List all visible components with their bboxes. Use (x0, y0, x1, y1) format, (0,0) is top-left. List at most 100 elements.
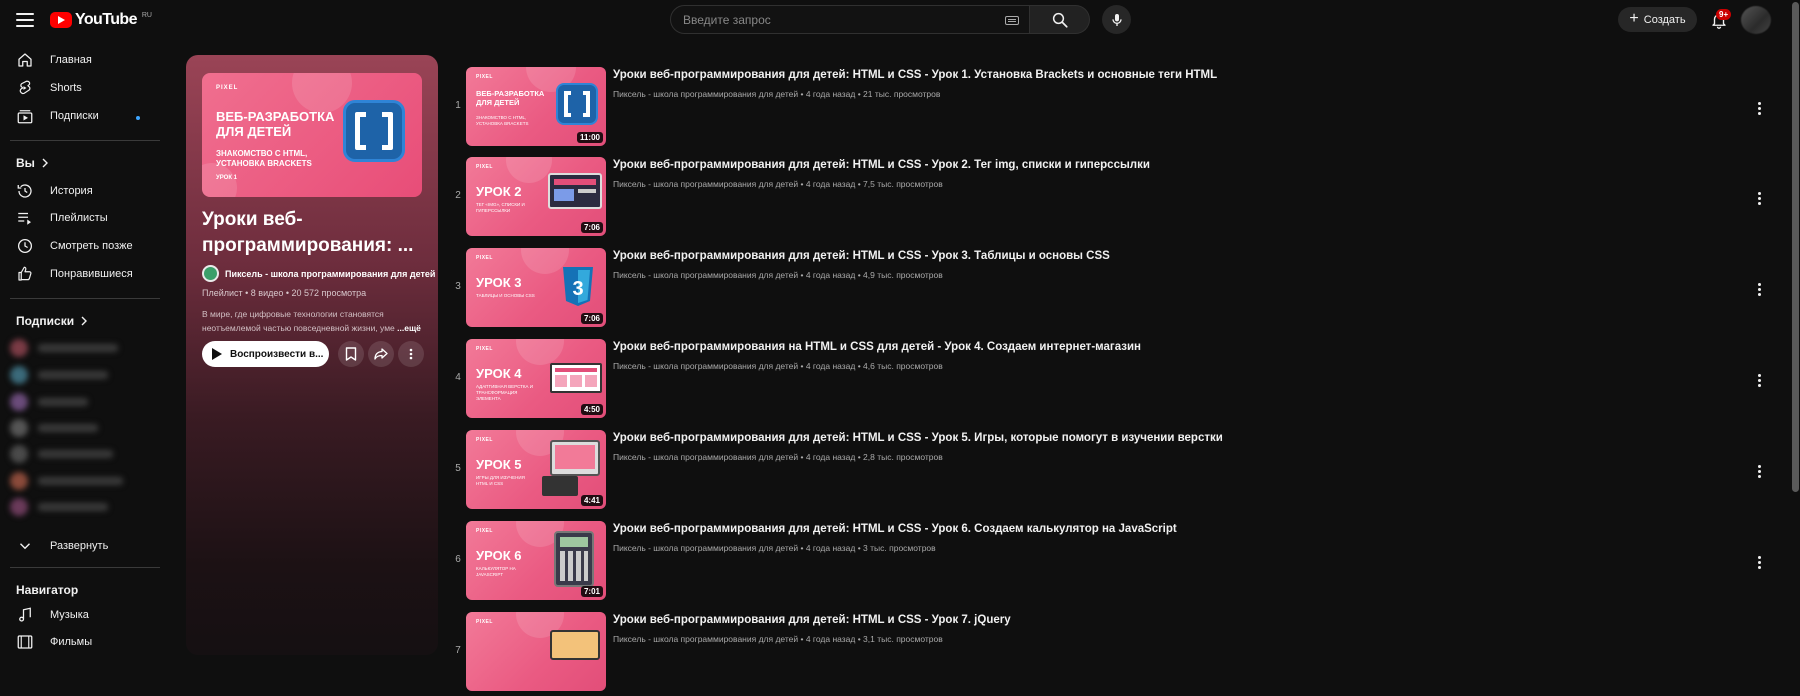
play-all-button[interactable]: Воспроизвести в... (202, 341, 329, 367)
sidebar-item-liked[interactable]: Понравившиеся (0, 261, 160, 287)
more-vertical-icon[interactable] (1749, 552, 1769, 572)
sidebar-item-label: Понравившиеся (50, 268, 133, 280)
divider (10, 298, 160, 299)
avatar[interactable] (1741, 6, 1771, 34)
sidebar-item-home[interactable]: Главная (0, 47, 160, 73)
sidebar-item-shorts[interactable]: Shorts (0, 75, 160, 101)
save-playlist-button[interactable] (338, 341, 364, 367)
video-row[interactable]: 4 PIXEL УРОК 4 АДАПТИВНАЯ ВЕРСТКА И ТРАН… (445, 339, 1775, 423)
divider (10, 140, 160, 141)
navigator-section-label: Навигатор (16, 583, 79, 597)
thumb-brand: PIXEL (476, 437, 493, 443)
sidebar-item-label: Музыка (50, 609, 89, 621)
share-button[interactable] (368, 341, 394, 367)
youtube-play-icon (50, 12, 72, 28)
video-row[interactable]: 3 PIXEL УРОК 3 ТАБЛИЦЫ И ОСНОВЫ CSS 3 7:… (445, 248, 1775, 332)
subscriptions-section-header[interactable]: Подписки (16, 314, 88, 328)
search-box (670, 5, 1030, 34)
sidebar-item-history[interactable]: История (0, 178, 160, 204)
more-vertical-icon[interactable] (1749, 279, 1769, 299)
thumb-lesson: УРОК 2 (476, 184, 522, 199)
thumb-lesson: УРОК 4 (476, 366, 522, 381)
keyboard-icon[interactable] (1005, 16, 1019, 25)
video-row[interactable]: 5 PIXEL УРОК 5 ИГРЫ ДЛЯ ИЗУЧЕНИЯ HTML И … (445, 430, 1775, 514)
thumb-brand: PIXEL (476, 346, 493, 352)
search-input[interactable] (683, 12, 1003, 27)
more-vertical-icon[interactable] (1749, 188, 1769, 208)
video-row[interactable]: 1 PIXEL ВЕБ-РАЗРАБОТКА ДЛЯ ДЕТЕЙ ЗНАКОМС… (445, 67, 1775, 151)
thumb-brand: PIXEL (476, 528, 493, 534)
sidebar-item-label: Подписки (50, 110, 99, 122)
expand-subscriptions-button[interactable]: Развернуть (0, 533, 160, 559)
calculator-illustration (554, 531, 594, 587)
video-title[interactable]: Уроки веб-программирования для детей: HT… (613, 250, 1110, 262)
video-thumbnail[interactable]: PIXEL УРОК 4 АДАПТИВНАЯ ВЕРСТКА И ТРАНСФ… (466, 339, 606, 418)
video-thumbnail[interactable]: PIXEL ВЕБ-РАЗРАБОТКА ДЛЯ ДЕТЕЙ ЗНАКОМСТВ… (466, 67, 606, 146)
video-thumbnail[interactable]: PIXEL (466, 612, 606, 691)
sidebar-item-music[interactable]: Музыка (0, 602, 160, 628)
video-title[interactable]: Уроки веб-программирования для детей: HT… (613, 523, 1177, 535)
sidebar-item-label: История (50, 185, 93, 197)
playlist-more-button[interactable] (398, 341, 424, 367)
video-title[interactable]: Уроки веб-программирования для детей: HT… (613, 432, 1223, 444)
video-row[interactable]: 6 PIXEL УРОК 6 КАЛЬКУЛЯТОР НА JAVASCRIPT… (445, 521, 1775, 605)
sidebar-item-watch-later[interactable]: Смотреть позже (0, 233, 160, 259)
more-vertical-icon[interactable] (1749, 370, 1769, 390)
subscription-channel[interactable] (10, 391, 150, 413)
you-section-label: Вы (16, 156, 35, 170)
more-vertical-icon[interactable] (1749, 461, 1769, 481)
region-label: RU (141, 11, 152, 19)
search-icon (1052, 12, 1068, 28)
thumb-subtitle: АДАПТИВНАЯ ВЕРСТКА И ТРАНСФОРМАЦИЯ ЭЛЕМЕ… (476, 384, 534, 401)
subscription-channel[interactable] (10, 417, 150, 439)
subscription-channel[interactable] (10, 337, 150, 359)
search-button[interactable] (1030, 5, 1090, 34)
video-thumbnail[interactable]: PIXEL УРОК 2 ТЕГ «IMG», СПИСКИ И ГИПЕРСС… (466, 157, 606, 236)
playlist-thumbnail[interactable]: PIXEL ВЕБ-РАЗРАБОТКА ДЛЯ ДЕТЕЙ ЗНАКОМСТВ… (202, 73, 422, 197)
more-link[interactable]: ...ещё (397, 323, 421, 333)
video-thumbnail[interactable]: PIXEL УРОК 5 ИГРЫ ДЛЯ ИЗУЧЕНИЯ HTML И CS… (466, 430, 606, 509)
menu-icon[interactable] (14, 10, 36, 30)
microphone-icon (1111, 13, 1122, 26)
video-index: 6 (455, 554, 461, 565)
sidebar-item-movies[interactable]: Фильмы (0, 629, 160, 655)
chevron-right-icon (42, 158, 48, 168)
video-thumbnail[interactable]: PIXEL УРОК 6 КАЛЬКУЛЯТОР НА JAVASCRIPT 7… (466, 521, 606, 600)
create-label: Создать (1643, 13, 1686, 26)
subscription-channel[interactable] (10, 496, 150, 518)
chevron-down-icon (20, 543, 30, 550)
navigator-section-header: Навигатор (16, 583, 78, 597)
video-thumbnail[interactable]: PIXEL УРОК 3 ТАБЛИЦЫ И ОСНОВЫ CSS 3 7:06 (466, 248, 606, 327)
video-index: 3 (455, 281, 461, 292)
video-title[interactable]: Уроки веб-программирования на HTML и CSS… (613, 341, 1141, 353)
sidebar-item-playlists[interactable]: Плейлисты (0, 205, 160, 231)
video-title[interactable]: Уроки веб-программирования для детей: HT… (613, 159, 1150, 171)
playlist-description: В мире, где цифровые технологии становят… (202, 307, 424, 335)
you-section-header[interactable]: Вы (16, 156, 49, 170)
more-vertical-icon[interactable] (1749, 98, 1769, 118)
create-button[interactable]: + Создать (1618, 7, 1697, 32)
subscription-channel[interactable] (10, 443, 150, 465)
subscription-channel[interactable] (10, 364, 150, 386)
video-meta: Пиксель - школа программирования для дет… (613, 89, 941, 99)
youtube-logo[interactable]: YouTube RU (50, 11, 152, 29)
thumb-lesson: УРОК 1 (216, 175, 237, 181)
music-icon (19, 607, 31, 622)
decor-shape (506, 157, 552, 183)
video-row[interactable]: 7 PIXEL Уроки веб-программирования для д… (445, 612, 1775, 696)
video-meta: Пиксель - школа программирования для дет… (613, 270, 943, 280)
video-title[interactable]: Уроки веб-программирования для детей: HT… (613, 614, 1011, 626)
sidebar-item-label: Shorts (50, 82, 82, 94)
divider (10, 567, 160, 568)
playlist-channel[interactable]: Пиксель - школа программирования для дет… (202, 265, 435, 282)
video-duration: 7:06 (580, 222, 603, 233)
video-row[interactable]: 2 PIXEL УРОК 2 ТЕГ «IMG», СПИСКИ И ГИПЕР… (445, 157, 1775, 241)
voice-search-button[interactable] (1102, 5, 1131, 34)
video-title[interactable]: Уроки веб-программирования для детей: HT… (613, 69, 1217, 81)
video-meta: Пиксель - школа программирования для дет… (613, 543, 936, 553)
chevron-right-icon (81, 316, 88, 326)
history-icon (17, 184, 32, 198)
subscription-channel[interactable] (10, 470, 150, 492)
scrollbar-thumb[interactable] (1792, 2, 1799, 492)
sidebar-item-label: Фильмы (50, 636, 93, 648)
